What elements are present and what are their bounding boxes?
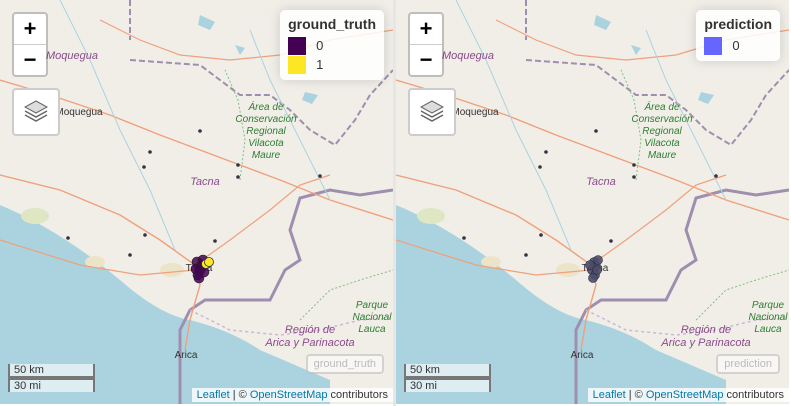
city-label-moquegua: Moquegua xyxy=(55,107,103,118)
zoom-in-button[interactable]: + xyxy=(410,14,442,45)
legend: ground_truth 0 1 xyxy=(280,10,384,80)
layers-control-button[interactable] xyxy=(12,88,60,136)
attribution-contributors: contributors xyxy=(327,389,388,401)
map-panel-prediction[interactable]: Moquegua Moquegua Área de Conservación Regio… xyxy=(396,0,789,404)
legend-swatch xyxy=(288,55,307,74)
sea-bay xyxy=(536,327,586,404)
layer-toggle-button[interactable]: ground_truth xyxy=(305,354,384,374)
data-point-class-1 xyxy=(204,257,214,267)
layers-icon xyxy=(22,96,50,129)
data-point-prediction-0 xyxy=(588,273,598,283)
legend: prediction 0 xyxy=(696,10,780,61)
location-marker xyxy=(632,175,636,179)
legend-label: 0 xyxy=(732,38,740,53)
layers-icon xyxy=(418,96,446,129)
attribution: Leaflet | © OpenStreetMap contributors xyxy=(191,388,393,402)
legend-title: prediction xyxy=(704,16,772,32)
park-label-lauca: Parque Nacional Lauca xyxy=(353,300,393,335)
river xyxy=(59,0,176,251)
attribution-sep: | © xyxy=(625,389,646,401)
zoom-out-button[interactable]: − xyxy=(14,45,46,75)
zoom-control: + − xyxy=(12,12,48,77)
sand-patch xyxy=(556,263,580,277)
data-point-prediction-0 xyxy=(593,255,603,265)
location-marker xyxy=(318,174,322,178)
location-marker xyxy=(539,233,543,237)
location-marker xyxy=(148,150,152,154)
location-marker xyxy=(538,165,542,169)
highway xyxy=(590,174,727,266)
location-marker xyxy=(66,236,70,240)
scale-bar: 50 km 30 mi xyxy=(404,364,491,392)
location-marker xyxy=(462,236,466,240)
legend-swatch xyxy=(704,36,723,55)
location-marker xyxy=(544,150,548,154)
data-point-prediction-0 xyxy=(592,265,602,275)
leaflet-link[interactable]: Leaflet xyxy=(197,389,230,401)
scale-bar: 50 km 30 mi xyxy=(8,364,95,392)
layers-control-button[interactable] xyxy=(408,88,456,136)
region-label-moquegua: Moquegua xyxy=(46,50,98,62)
osm-link[interactable]: OpenStreetMap xyxy=(250,389,328,401)
location-marker xyxy=(524,253,528,257)
lake xyxy=(698,92,714,104)
region-label-arica: Región de Arica y Parinacota xyxy=(660,324,750,349)
scale-mi: 30 mi xyxy=(404,378,491,392)
location-marker xyxy=(714,174,718,178)
lake xyxy=(302,92,318,104)
legend-label: 0 xyxy=(316,38,324,53)
location-marker xyxy=(594,129,598,133)
lake xyxy=(235,45,245,55)
city-label-moquegua: Moquegua xyxy=(451,107,499,118)
osm-link[interactable]: OpenStreetMap xyxy=(646,389,724,401)
location-marker xyxy=(236,163,240,167)
location-marker xyxy=(143,233,147,237)
legend-item: 1 xyxy=(288,55,376,74)
city-label-arica: Arica xyxy=(571,350,594,361)
region-label-moquegua: Moquegua xyxy=(442,50,494,62)
sea-bay xyxy=(140,327,190,404)
region-label-tacna: Tacna xyxy=(190,176,220,188)
scale-km: 50 km xyxy=(8,364,95,378)
park-label-lauca: Parque Nacional Lauca xyxy=(749,300,789,335)
scale-mi: 30 mi xyxy=(8,378,95,392)
legend-item: 0 xyxy=(288,36,376,55)
highway xyxy=(194,174,331,266)
attribution-contributors: contributors xyxy=(723,389,784,401)
scale-km: 50 km xyxy=(404,364,491,378)
leaflet-link[interactable]: Leaflet xyxy=(593,389,626,401)
attribution-sep: | © xyxy=(229,389,250,401)
river xyxy=(455,0,572,251)
legend-label: 1 xyxy=(316,57,324,72)
city-label-arica: Arica xyxy=(175,350,198,361)
region-label-tacna: Tacna xyxy=(586,176,616,188)
location-marker xyxy=(609,239,613,243)
location-marker xyxy=(213,239,217,243)
location-marker xyxy=(128,253,132,257)
lake xyxy=(631,45,641,55)
attribution: Leaflet | © OpenStreetMap contributors xyxy=(587,388,789,402)
legend-swatch xyxy=(288,36,307,55)
vegetation-patch xyxy=(417,208,445,224)
lake xyxy=(198,15,215,30)
sand-patch xyxy=(160,263,184,277)
lake xyxy=(594,15,611,30)
legend-title: ground_truth xyxy=(288,16,376,32)
map-panel-ground-truth[interactable]: Moquegua Moquegua Área de Conservación Regio… xyxy=(0,0,394,404)
location-marker xyxy=(236,175,240,179)
layer-toggle-button[interactable]: prediction xyxy=(716,354,780,374)
zoom-out-button[interactable]: − xyxy=(410,45,442,75)
location-marker xyxy=(632,163,636,167)
vegetation-patch xyxy=(21,208,49,224)
zoom-control: + − xyxy=(408,12,444,77)
legend-item: 0 xyxy=(704,36,772,55)
zoom-in-button[interactable]: + xyxy=(14,14,46,45)
location-marker xyxy=(198,129,202,133)
region-label-arica: Región de Arica y Parinacota xyxy=(264,324,354,349)
location-marker xyxy=(142,165,146,169)
